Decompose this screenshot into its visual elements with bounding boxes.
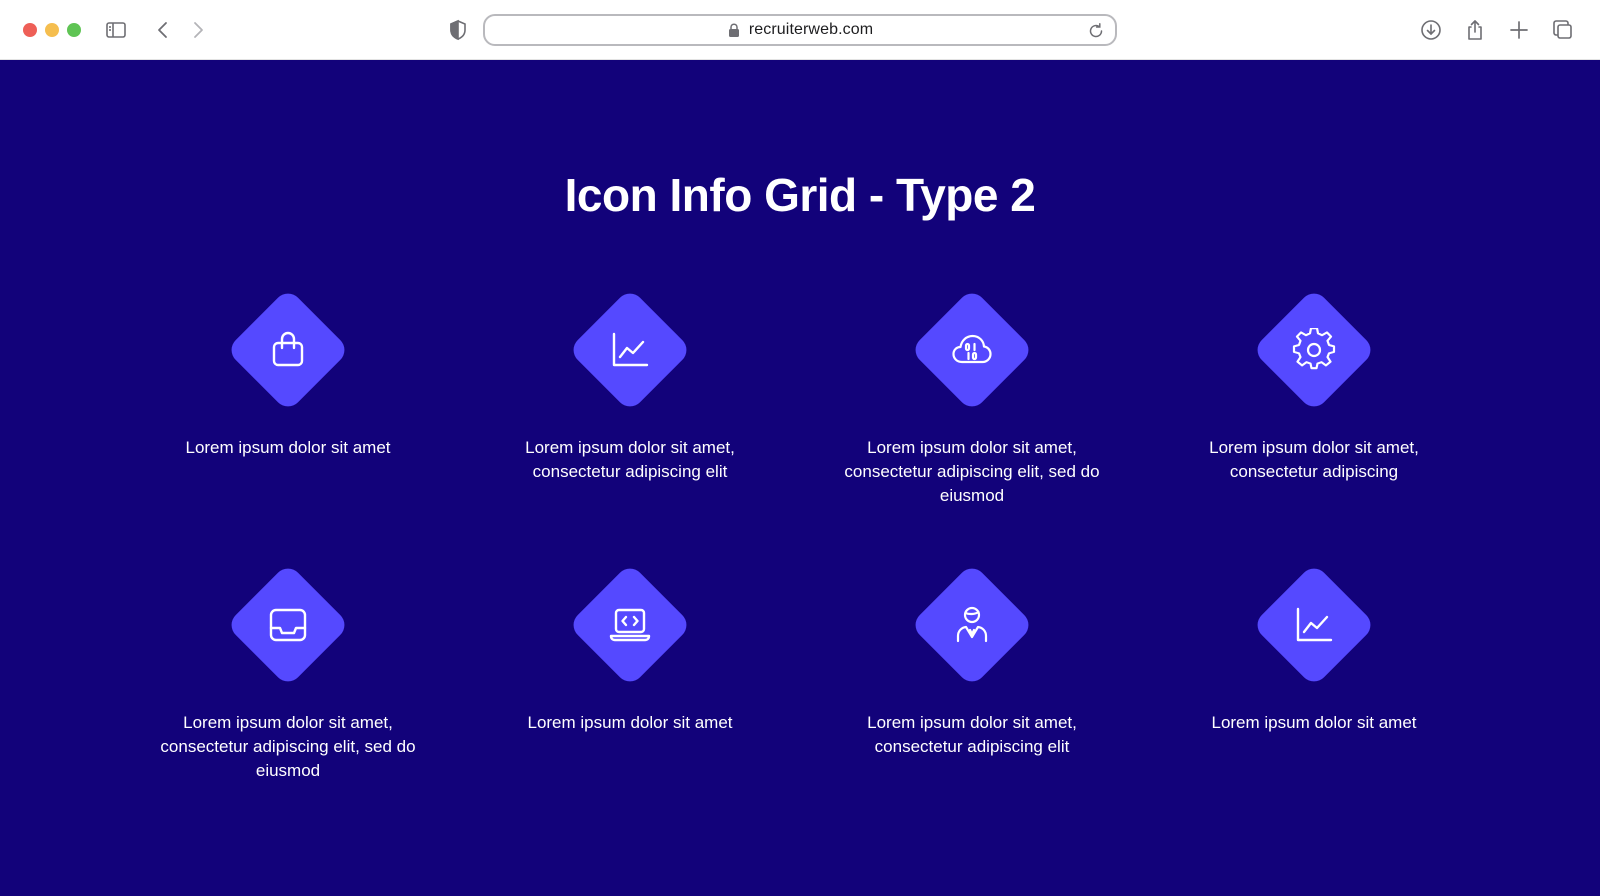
card-text: Lorem ipsum dolor sit amet, consectetur …: [1209, 438, 1419, 481]
card-text: Lorem ipsum dolor sit amet: [527, 713, 733, 732]
lock-icon: [727, 23, 741, 37]
share-icon[interactable]: [1463, 18, 1487, 42]
line-chart-icon: [608, 328, 652, 372]
forward-icon[interactable]: [186, 18, 210, 42]
icon-tile: [138, 287, 438, 413]
info-card: Lorem ipsum dolor sit amet, consectetur …: [480, 287, 780, 484]
tab-overview-icon[interactable]: [1551, 18, 1575, 42]
icon-tile: [480, 287, 780, 413]
inbox-tray-icon: [266, 603, 310, 647]
card-text: Lorem ipsum dolor sit amet: [185, 438, 391, 457]
line-chart-icon: [1292, 603, 1336, 647]
close-window-button[interactable]: [23, 23, 37, 37]
businessman-icon: [950, 603, 994, 647]
cloud-binary-icon: [950, 328, 994, 372]
privacy-shield-icon[interactable]: [446, 18, 470, 42]
downloads-icon[interactable]: [1419, 18, 1443, 42]
info-card: Lorem ipsum dolor sit amet: [480, 562, 780, 735]
icon-tile: [1164, 562, 1464, 688]
card-text: Lorem ipsum dolor sit amet, consectetur …: [844, 438, 1100, 505]
minimize-window-button[interactable]: [45, 23, 59, 37]
icon-tile: [1164, 287, 1464, 413]
card-text: Lorem ipsum dolor sit amet, consectetur …: [867, 713, 1077, 756]
info-card: Lorem ipsum dolor sit amet: [1164, 562, 1464, 735]
card-text: Lorem ipsum dolor sit amet, consectetur …: [525, 438, 735, 481]
icon-tile: [480, 562, 780, 688]
card-text: Lorem ipsum dolor sit amet, consectetur …: [160, 713, 416, 780]
info-card: Lorem ipsum dolor sit amet, consectetur …: [138, 562, 438, 783]
browser-toolbar: recruiterweb.com: [0, 0, 1600, 60]
sidebar-toggle-icon[interactable]: [104, 18, 128, 42]
page-content: Icon Info Grid - Type 2 Lorem ipsum dolo…: [0, 60, 1600, 896]
page-title: Icon Info Grid - Type 2: [564, 169, 1036, 221]
icon-tile: [138, 562, 438, 688]
info-card: Lorem ipsum dolor sit amet, consectetur …: [822, 562, 1122, 759]
new-tab-icon[interactable]: [1507, 18, 1531, 42]
address-bar[interactable]: recruiterweb.com: [483, 14, 1117, 46]
shopping-bag-icon: [266, 328, 310, 372]
url-text: recruiterweb.com: [748, 21, 874, 38]
info-card: Lorem ipsum dolor sit amet, consectetur …: [1164, 287, 1464, 484]
icon-tile: [822, 287, 1122, 413]
reload-icon[interactable]: [1087, 22, 1105, 40]
card-text: Lorem ipsum dolor sit amet: [1211, 713, 1417, 732]
icon-tile: [822, 562, 1122, 688]
info-card: Lorem ipsum dolor sit amet, consectetur …: [822, 287, 1122, 508]
zoom-window-button[interactable]: [67, 23, 81, 37]
back-icon[interactable]: [151, 18, 175, 42]
gear-icon: [1292, 328, 1336, 372]
info-card: Lorem ipsum dolor sit amet: [138, 287, 438, 460]
laptop-code-icon: [608, 603, 652, 647]
